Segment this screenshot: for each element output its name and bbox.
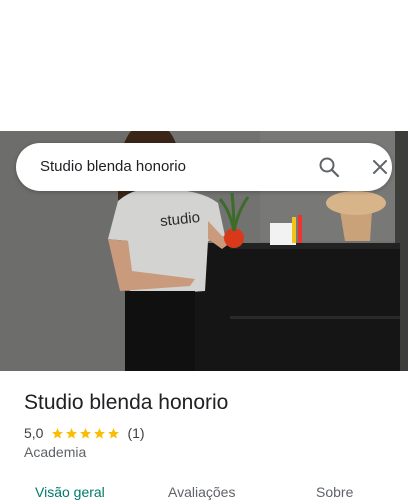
star-icon: [66, 427, 78, 438]
rating-row[interactable]: 5,0 (1): [24, 424, 145, 442]
top-blank-area: [0, 0, 408, 131]
star-icon: [52, 427, 64, 438]
review-count[interactable]: (1): [127, 425, 144, 441]
place-category[interactable]: Academia: [24, 444, 86, 460]
close-icon[interactable]: [370, 157, 390, 177]
search-bar[interactable]: Studio blenda honorio: [16, 143, 392, 191]
star-rating: [51, 427, 121, 440]
search-icon[interactable]: [318, 156, 340, 178]
place-title: Studio blenda honorio: [24, 391, 229, 414]
search-input[interactable]: Studio blenda honorio: [40, 158, 186, 175]
place-tabs: Visão geral Avaliações Sobre: [0, 476, 408, 502]
star-icon: [108, 427, 120, 438]
star-icon: [80, 427, 92, 438]
tab-about[interactable]: Sobre: [316, 484, 353, 500]
tab-reviews[interactable]: Avaliações: [168, 484, 235, 500]
rating-value: 5,0: [24, 425, 44, 441]
tab-overview[interactable]: Visão geral: [35, 484, 105, 500]
star-icon: [94, 427, 106, 438]
